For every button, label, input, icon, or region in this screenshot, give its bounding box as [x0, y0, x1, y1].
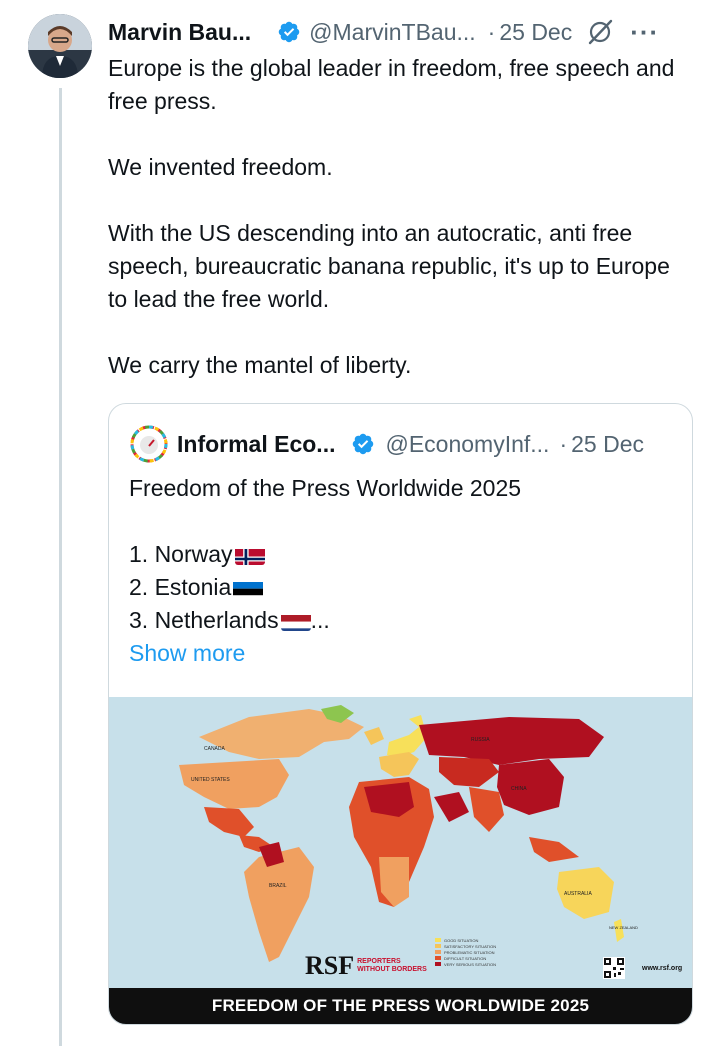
list-item-text: 3. Netherlands: [129, 607, 279, 633]
map-label-brazil: BRAZIL: [269, 883, 287, 889]
author-handle[interactable]: @MarvinTBau...: [309, 19, 476, 46]
author-name[interactable]: Marvin Bau...: [108, 19, 251, 46]
list-item-text: 2. Estonia: [129, 574, 232, 600]
truncation-ellipsis: ...: [310, 607, 330, 633]
author-avatar[interactable]: [28, 14, 92, 78]
map-banner: FREEDOM OF THE PRESS WORLDWIDE 2025: [109, 988, 692, 1024]
rsf-mark: RSF: [305, 951, 355, 980]
grok-icon[interactable]: [586, 18, 614, 46]
map-label-russia: RUSSIA: [471, 737, 490, 743]
map-legend: GOOD SITUATION SATISFACTORY SITUATION PR…: [435, 937, 505, 967]
map-label-canada: CANADA: [204, 746, 226, 752]
legend-label: VERY SERIOUS SITUATION: [444, 961, 497, 967]
list-item-text: 1. Norway: [129, 541, 233, 567]
map-label-new-zealand: NEW ZEALAND: [609, 925, 638, 930]
quote-header: Informal Eco... @EconomyInf... · 25 Dec: [129, 424, 644, 464]
legend-swatch: [435, 956, 441, 960]
show-more-label[interactable]: Show more: [129, 637, 245, 670]
more-options-icon[interactable]: ···: [630, 19, 659, 45]
legend-swatch: [435, 950, 441, 954]
legend-row: VERY SERIOUS SITUATION: [435, 961, 505, 967]
map-label-us: UNITED STATES: [191, 777, 230, 783]
separator-dot: ·: [487, 18, 496, 45]
legend-row: SATISFACTORY SITUATION: [435, 943, 505, 949]
map-label-china: CHINA: [511, 786, 527, 792]
quote-blank-line: [129, 505, 674, 538]
norway-flag-icon: [234, 545, 265, 565]
quote-author-avatar[interactable]: [129, 424, 169, 464]
quote-author-name[interactable]: Informal Eco...: [177, 431, 335, 458]
thread-connector-line: [59, 88, 62, 1046]
netherlands-flag-icon: [280, 611, 311, 631]
rsf-website: www.rsf.org: [642, 965, 683, 972]
legend-label: GOOD SITUATION: [444, 937, 479, 943]
legend-row: PROBLEMATIC SITUATION: [435, 949, 505, 955]
legend-swatch: [435, 962, 441, 966]
quoted-tweet-card[interactable]: Informal Eco... @EconomyInf... · 25 Dec …: [108, 403, 693, 1025]
legend-label: DIFFICULT SITUATION: [444, 955, 487, 961]
rsf-logo: RSF REPORTERS WITHOUT BORDERS: [305, 951, 427, 981]
qr-code-icon: [603, 957, 625, 979]
quote-separator-dot: ·: [559, 430, 568, 457]
quote-title: Freedom of the Press Worldwide 2025: [129, 475, 522, 501]
list-item: 3. Netherlands ...: [129, 604, 674, 637]
quote-verified-badge-icon: [351, 432, 375, 456]
legend-label: PROBLEMATIC SITUATION: [444, 949, 495, 955]
rsf-name-line-2: WITHOUT BORDERS: [357, 966, 427, 973]
tweet-date[interactable]: 25 Dec: [499, 19, 572, 46]
estonia-flag-icon: [233, 578, 264, 598]
tweet-header: Marvin Bau... @MarvinTBau... · 25 Dec ··…: [108, 14, 698, 50]
rsf-name-line-1: REPORTERS: [357, 958, 401, 965]
legend-swatch: [435, 938, 441, 942]
legend-swatch: [435, 944, 441, 948]
list-item: 2. Estonia: [129, 571, 674, 604]
tweet-text: Europe is the global leader in freedom, …: [108, 55, 675, 378]
quote-date: 25 Dec: [571, 430, 644, 457]
press-freedom-map-image[interactable]: CANADA UNITED STATES BRAZIL RUSSIA CHINA…: [109, 697, 692, 1024]
rsf-name: REPORTERS WITHOUT BORDERS: [357, 958, 427, 974]
quote-text: Freedom of the Press Worldwide 2025 1. N…: [129, 472, 674, 670]
show-more-link[interactable]: Show more: [129, 637, 674, 670]
legend-label: SATISFACTORY SITUATION: [444, 943, 497, 949]
map-label-australia: AUSTRALIA: [564, 891, 592, 897]
quote-author-handle: @EconomyInf...: [385, 430, 550, 457]
verified-badge-icon[interactable]: [277, 20, 301, 44]
list-item: 1. Norway: [129, 538, 674, 571]
